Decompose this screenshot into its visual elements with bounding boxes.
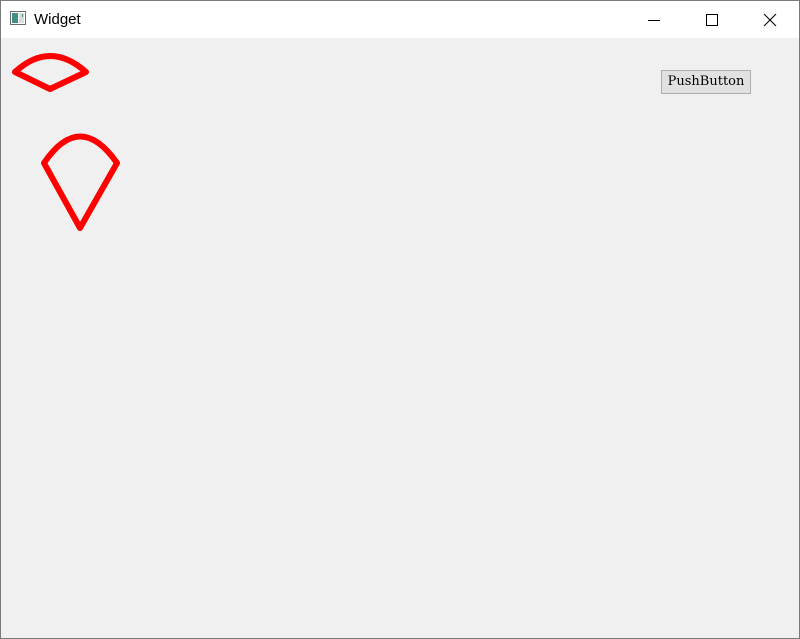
app-window: Widget PushButton [0, 0, 800, 639]
close-button[interactable] [741, 1, 799, 38]
red-pie-shape [41, 133, 120, 231]
title-bar[interactable]: Widget [1, 1, 799, 38]
client-area: PushButton [1, 38, 799, 638]
close-icon [763, 13, 777, 26]
app-window-icon [10, 11, 26, 25]
red-chord-shape [12, 53, 89, 92]
maximize-icon [706, 13, 718, 26]
minimize-icon [648, 19, 660, 21]
window-title: Widget [34, 11, 81, 28]
minimize-button[interactable] [625, 1, 683, 38]
drawing-canvas [12, 53, 120, 231]
push-button[interactable]: PushButton [661, 70, 751, 94]
maximize-button[interactable] [683, 1, 741, 38]
